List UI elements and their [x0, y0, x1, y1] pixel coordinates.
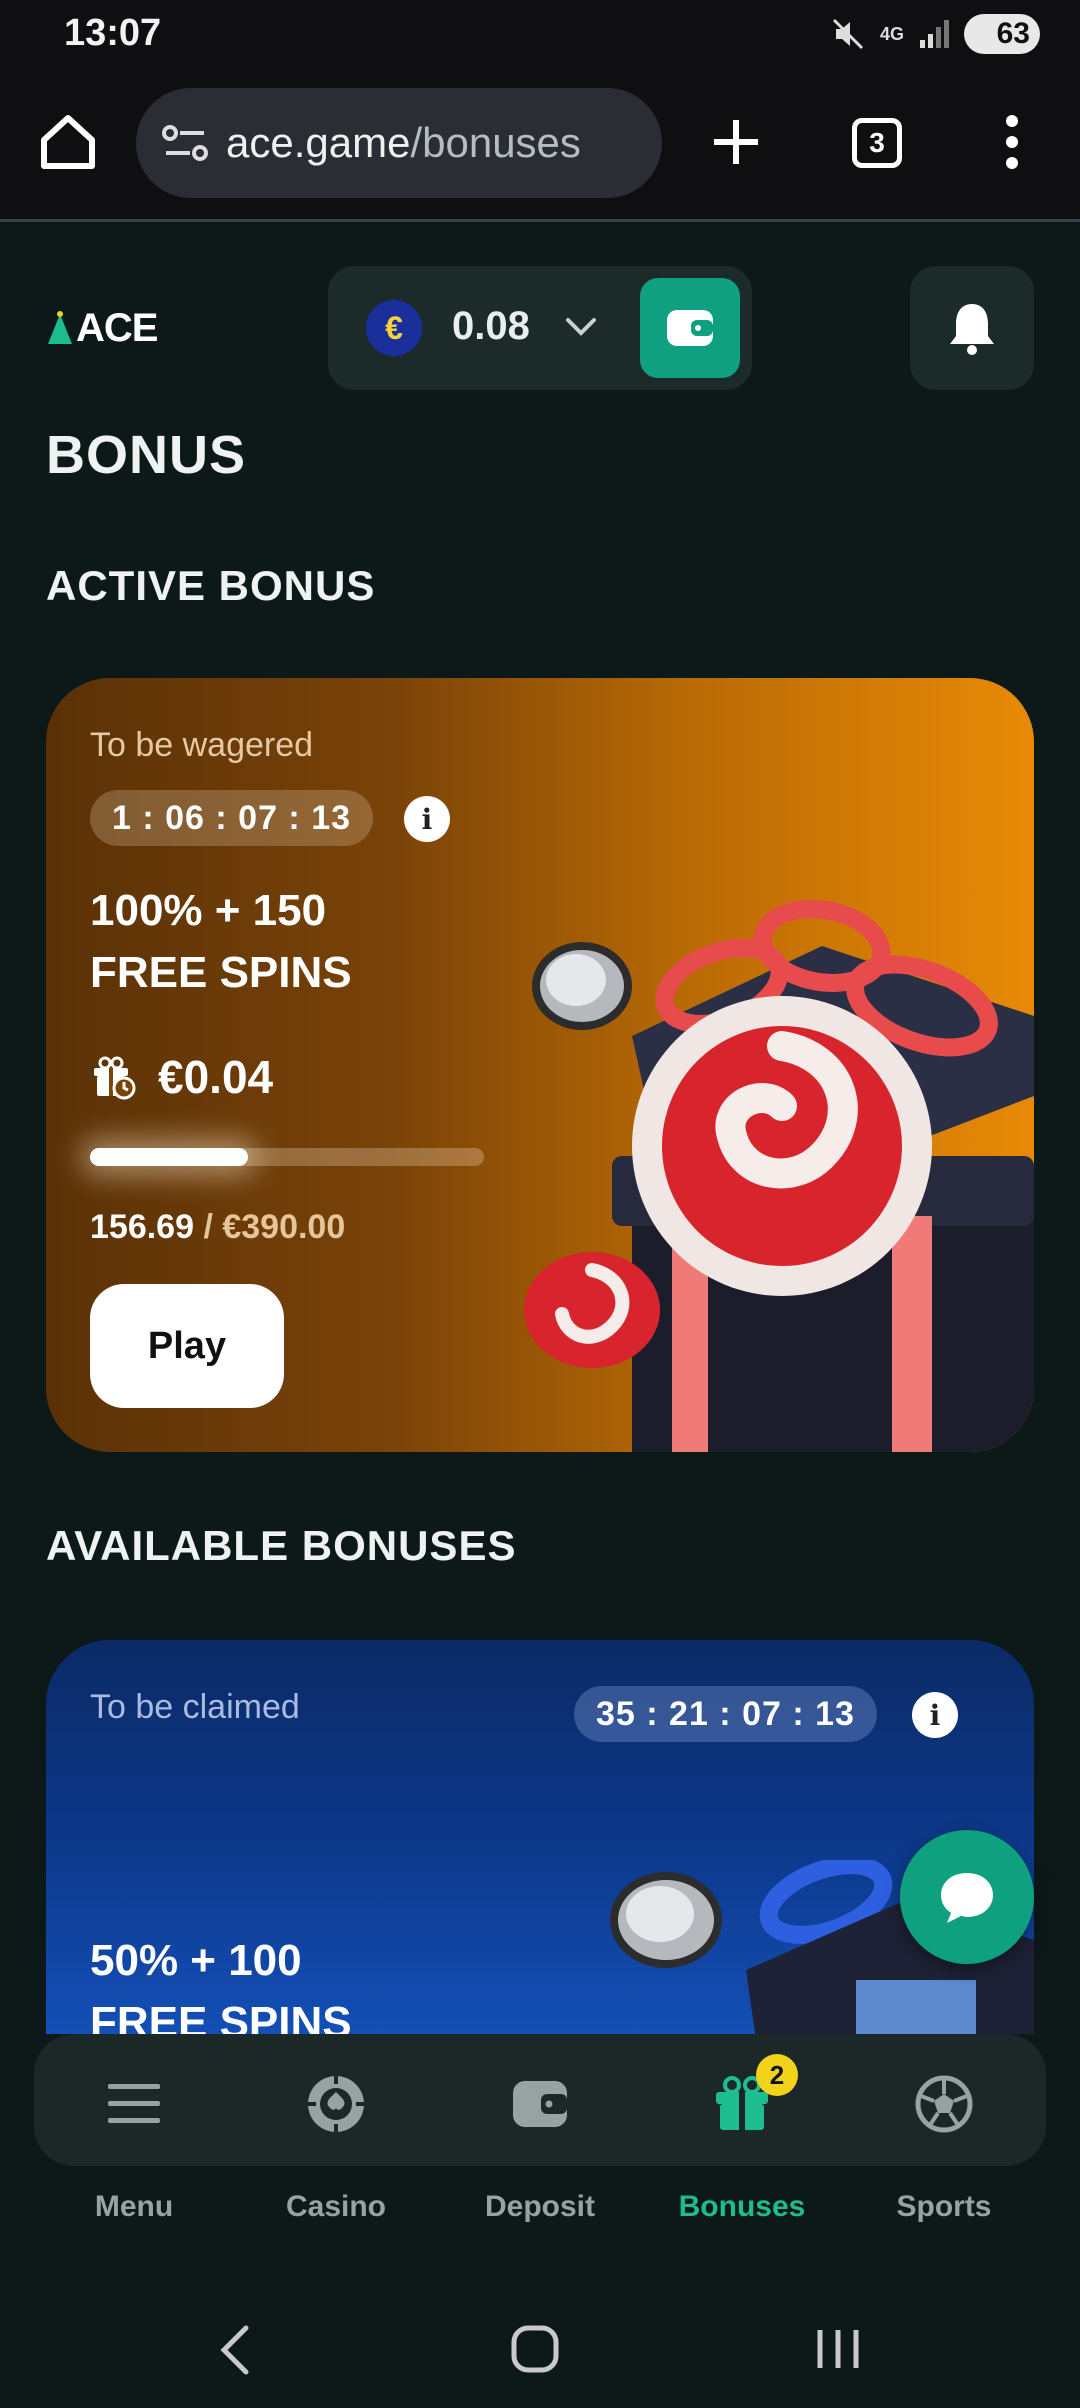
nav-sports[interactable] — [884, 2064, 1004, 2144]
home-icon[interactable] — [36, 110, 100, 174]
wallet-icon — [667, 310, 713, 346]
more-options-icon[interactable] — [998, 110, 1026, 174]
wager-label: To be wagered — [90, 726, 314, 764]
balance-selector[interactable]: € 0.08 — [328, 266, 752, 390]
status-bar: 13:07 4G 63 — [0, 0, 1080, 70]
bell-icon — [950, 304, 994, 355]
chat-button[interactable] — [900, 1830, 1034, 1964]
nav-label-deposit[interactable]: Deposit — [440, 2190, 640, 2224]
recent-apps-icon[interactable] — [810, 2324, 866, 2374]
casino-chip-icon — [308, 2076, 364, 2132]
available-bonus-timer: 35 : 21 : 07 : 13 — [574, 1686, 877, 1742]
page-title: BONUS — [46, 425, 247, 485]
active-bonus-heading: ACTIVE BONUS — [46, 562, 376, 609]
available-bonuses-heading: AVAILABLE BONUSES — [46, 1522, 517, 1569]
url-text: ace.game/bonuses — [226, 119, 581, 166]
nav-deposit[interactable] — [480, 2064, 600, 2144]
bonus-count-badge: 2 — [756, 2054, 798, 2096]
wager-progress-fill — [90, 1148, 249, 1166]
info-icon[interactable]: i — [404, 796, 450, 842]
info-icon[interactable]: i — [912, 1692, 958, 1738]
soccer-ball-icon — [915, 2075, 973, 2133]
balance-amount: 0.08 — [452, 304, 530, 348]
gift-box-illustration — [524, 900, 1034, 1452]
wager-progress-bar — [90, 1148, 484, 1166]
nav-casino[interactable] — [276, 2064, 396, 2144]
wallet-button[interactable] — [640, 278, 740, 378]
network-indicator: 4G — [879, 24, 904, 44]
mute-icon — [832, 18, 864, 50]
ace-logo[interactable]: ACE — [46, 306, 158, 351]
signal-icon — [920, 20, 949, 48]
system-nav-bar — [0, 2290, 1080, 2408]
nav-label-sports[interactable]: Sports — [844, 2190, 1044, 2224]
wallet-icon — [513, 2081, 567, 2127]
nav-label-menu[interactable]: Menu — [34, 2190, 234, 2224]
chevron-down-icon[interactable] — [564, 316, 598, 338]
active-bonus-timer: 1 : 06 : 07 : 13 — [90, 790, 374, 846]
site-settings-icon[interactable] — [160, 123, 210, 163]
back-icon[interactable] — [210, 2320, 260, 2380]
gift-clock-icon — [94, 1056, 136, 1100]
home-nav-icon[interactable] — [510, 2324, 560, 2374]
active-bonus-card: To be wagered 1 : 06 : 07 : 13 i 100% + … — [46, 678, 1034, 1452]
play-button[interactable]: Play — [90, 1284, 284, 1408]
active-bonus-title: 100% + 150 FREE SPINS — [90, 886, 352, 997]
tree-icon — [48, 310, 72, 344]
nav-label-bonuses[interactable]: Bonuses — [642, 2190, 842, 2224]
logo-text: ACE — [76, 306, 158, 350]
browser-toolbar: ace.game/bonuses 3 — [0, 70, 1080, 222]
notifications-button[interactable] — [910, 266, 1034, 390]
euro-currency-icon: € — [366, 300, 422, 356]
battery-indicator: 63 — [964, 14, 1040, 54]
wager-progress-text: 156.69 / €390.00 — [90, 1208, 346, 1246]
tab-switcher-button[interactable]: 3 — [852, 118, 902, 168]
new-tab-icon[interactable] — [706, 112, 766, 172]
menu-icon — [108, 2084, 160, 2123]
claim-label: To be claimed — [90, 1688, 300, 1726]
address-bar[interactable]: ace.game/bonuses — [136, 88, 662, 198]
available-bonus-card: To be claimed 35 : 21 : 07 : 13 i 50% + … — [46, 1640, 1034, 2040]
nav-menu[interactable] — [74, 2064, 194, 2144]
bonus-amount: €0.04 — [158, 1051, 274, 1103]
chat-bubble-icon — [941, 1873, 993, 1923]
available-bonus-title: 50% + 100 FREE SPINS — [90, 1936, 352, 2040]
status-time: 13:07 — [64, 12, 162, 54]
nav-label-casino[interactable]: Casino — [236, 2190, 436, 2224]
